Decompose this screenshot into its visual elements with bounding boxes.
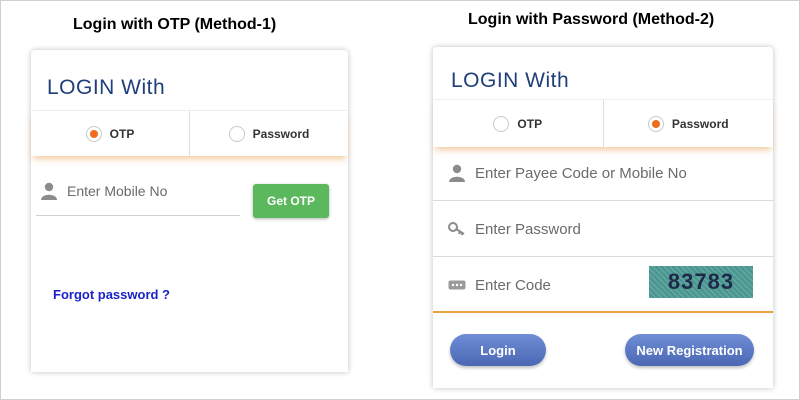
radio-label: OTP	[517, 116, 543, 131]
key-icon	[447, 219, 467, 239]
otp-login-panel: LOGIN With OTP Password Enter Mobile No …	[31, 50, 348, 372]
get-otp-button[interactable]: Get OTP	[253, 184, 329, 218]
password-login-panel: LOGIN With OTP Password Enter Payee Code…	[433, 47, 773, 388]
captcha-row: Enter Code 83783	[433, 257, 773, 313]
login-button[interactable]: Login	[450, 334, 546, 366]
radio-option-password[interactable]: Password	[189, 111, 348, 156]
password-field[interactable]: Enter Password	[447, 201, 581, 257]
code-icon	[447, 275, 467, 295]
radio-label: Password	[252, 126, 310, 141]
radio-button-selected[interactable]	[85, 125, 102, 142]
payee-code-row: Enter Payee Code or Mobile No	[433, 145, 773, 201]
new-registration-button[interactable]: New Registration	[625, 334, 754, 366]
radio-label: OTP	[109, 126, 135, 141]
captcha-code-placeholder: Enter Code	[475, 276, 551, 294]
radio-button[interactable]	[228, 125, 245, 142]
user-icon	[447, 163, 467, 183]
login-method-radio-group: OTP Password	[31, 110, 348, 156]
radio-option-otp[interactable]: OTP	[433, 100, 603, 147]
mobile-number-field[interactable]: Enter Mobile No	[39, 180, 167, 202]
captcha-image: 83783	[649, 266, 753, 298]
captcha-code-field[interactable]: Enter Code	[447, 257, 551, 313]
method2-heading: Login with Password (Method-2)	[468, 11, 715, 28]
radio-option-otp[interactable]: OTP	[31, 111, 189, 156]
login-method-radio-group: OTP Password	[433, 99, 773, 147]
mobile-number-placeholder: Enter Mobile No	[67, 183, 168, 199]
payee-code-placeholder: Enter Payee Code or Mobile No	[475, 164, 687, 182]
radio-button[interactable]	[493, 115, 510, 132]
user-icon	[39, 181, 59, 201]
method1-heading: Login with OTP (Method-1)	[73, 16, 277, 33]
input-underline	[36, 215, 240, 216]
radio-label: Password	[671, 116, 729, 131]
password-placeholder: Enter Password	[475, 220, 581, 238]
radio-option-password[interactable]: Password	[602, 100, 774, 147]
payee-code-field[interactable]: Enter Payee Code or Mobile No	[447, 145, 687, 201]
radio-button-selected[interactable]	[647, 115, 664, 132]
forgot-password-link[interactable]: Forgot password ?	[53, 287, 170, 302]
panel-title: LOGIN With	[451, 69, 570, 92]
password-row: Enter Password	[433, 201, 773, 257]
panel-title: LOGIN With	[47, 76, 166, 99]
